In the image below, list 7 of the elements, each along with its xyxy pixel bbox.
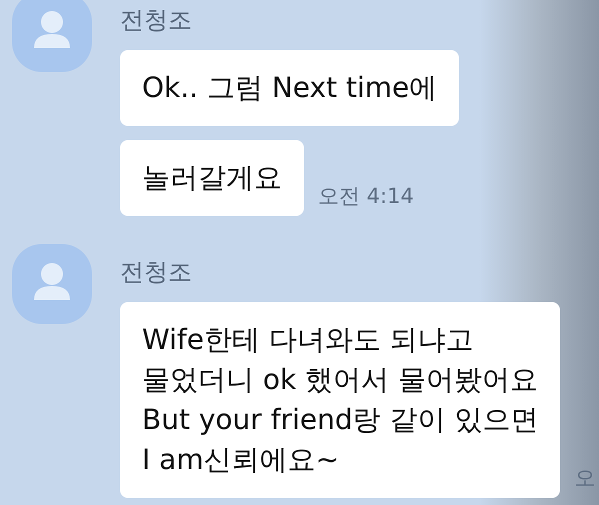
message-bubble: Ok.. 그럼 Next time에 [120, 50, 460, 126]
sender-name: 전청조 [120, 258, 193, 286]
timestamp: 오전 4:14 [318, 183, 414, 210]
timestamp: 오 [574, 465, 596, 492]
sender-name: 전청조 [120, 6, 193, 34]
message-bubble: Wife한테 다녀와도 되냐고 물었더니 ok 했어서 물어봤어요 But your friend랑 같이 있으면 I am신뢰에요~ [120, 302, 560, 498]
message-bubble: 놀러갈게요 [120, 140, 304, 216]
